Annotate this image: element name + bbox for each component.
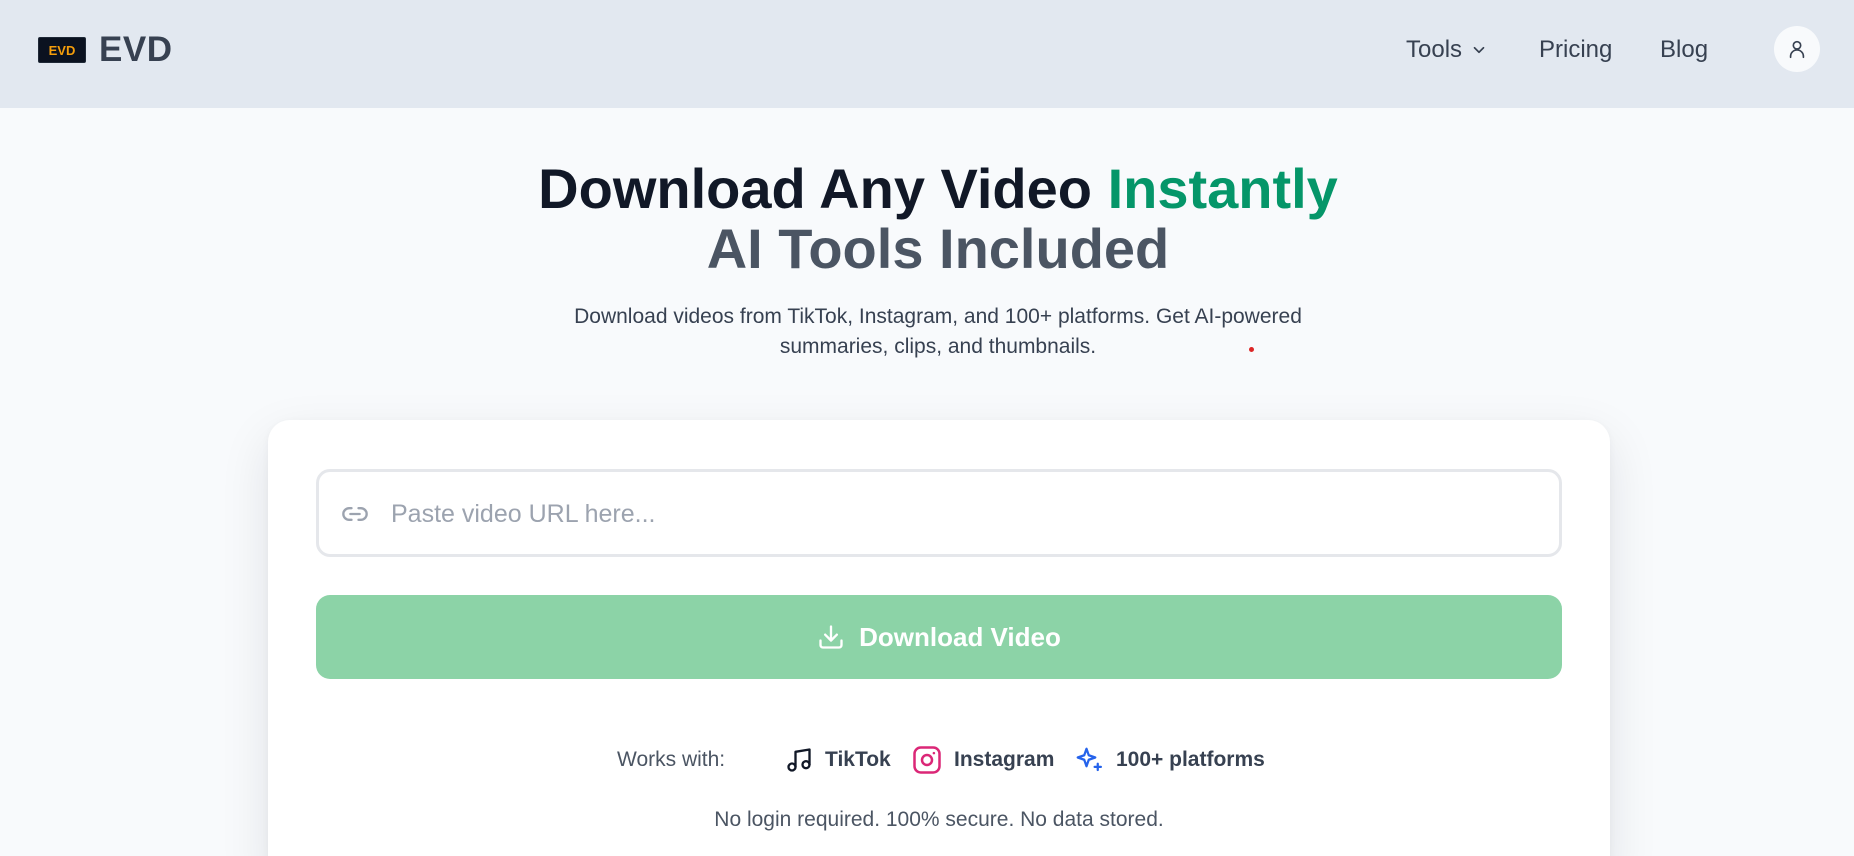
nav-tools-label: Tools — [1406, 36, 1463, 63]
sparkles-icon — [1076, 747, 1102, 772]
platform-tiktok: TikTok — [785, 740, 891, 780]
svg-text:EVD: EVD — [49, 43, 76, 58]
brand-name: EVD — [99, 30, 173, 69]
platform-instagram-label: Instagram — [954, 748, 1055, 771]
url-field[interactable] — [316, 469, 1562, 557]
works-with-row: Works with: TikTok Instagram 100+ platfo — [268, 740, 1610, 780]
nav-blog-label: Blog — [1660, 36, 1709, 63]
user-account-button[interactable] — [1774, 26, 1820, 72]
top-nav-bar: EVD EVD Tools Pricing Blog — [0, 0, 1854, 108]
platform-more: 100+ platforms — [1074, 740, 1265, 780]
download-video-button[interactable]: Download Video — [316, 595, 1562, 679]
download-card: Download Video Works with: TikTok Instag… — [268, 420, 1610, 856]
hero-title-line2: AI Tools Included — [706, 217, 1170, 280]
evd-logo-image: EVD — [42, 40, 82, 60]
instagram-icon — [913, 746, 941, 774]
platform-more-label: 100+ platforms — [1116, 748, 1265, 771]
chevron-down-icon — [1473, 46, 1485, 54]
user-icon — [1789, 40, 1805, 59]
download-icon — [819, 625, 843, 649]
link-icon — [342, 507, 368, 521]
nav-pricing-link[interactable]: Pricing — [1539, 0, 1612, 100]
nav-pricing-label: Pricing — [1539, 36, 1613, 63]
nav-blog-link[interactable]: Blog — [1660, 0, 1708, 100]
brand-link[interactable]: EVD EVD — [38, 0, 172, 100]
cursor-dot — [1249, 347, 1254, 352]
platform-instagram: Instagram — [912, 740, 1054, 780]
download-video-label: Download Video — [859, 621, 1061, 652]
brand-logo: EVD — [38, 37, 86, 63]
hero-subtitle: Download videos from TikTok, Instagram, … — [574, 305, 1302, 358]
hero-title-main: Download Any Video — [538, 157, 1108, 220]
music-note-icon — [787, 748, 811, 772]
privacy-note: No login required. 100% secure. No data … — [714, 808, 1164, 831]
nav-tools-dropdown[interactable]: Tools — [1406, 0, 1488, 100]
works-with-label: Works with: — [617, 748, 726, 771]
platform-tiktok-label: TikTok — [825, 748, 891, 771]
hero-title: Download Any Video Instantly — [0, 156, 1854, 222]
url-input[interactable] — [391, 492, 1541, 536]
hero-title-accent: Instantly — [1107, 157, 1338, 220]
